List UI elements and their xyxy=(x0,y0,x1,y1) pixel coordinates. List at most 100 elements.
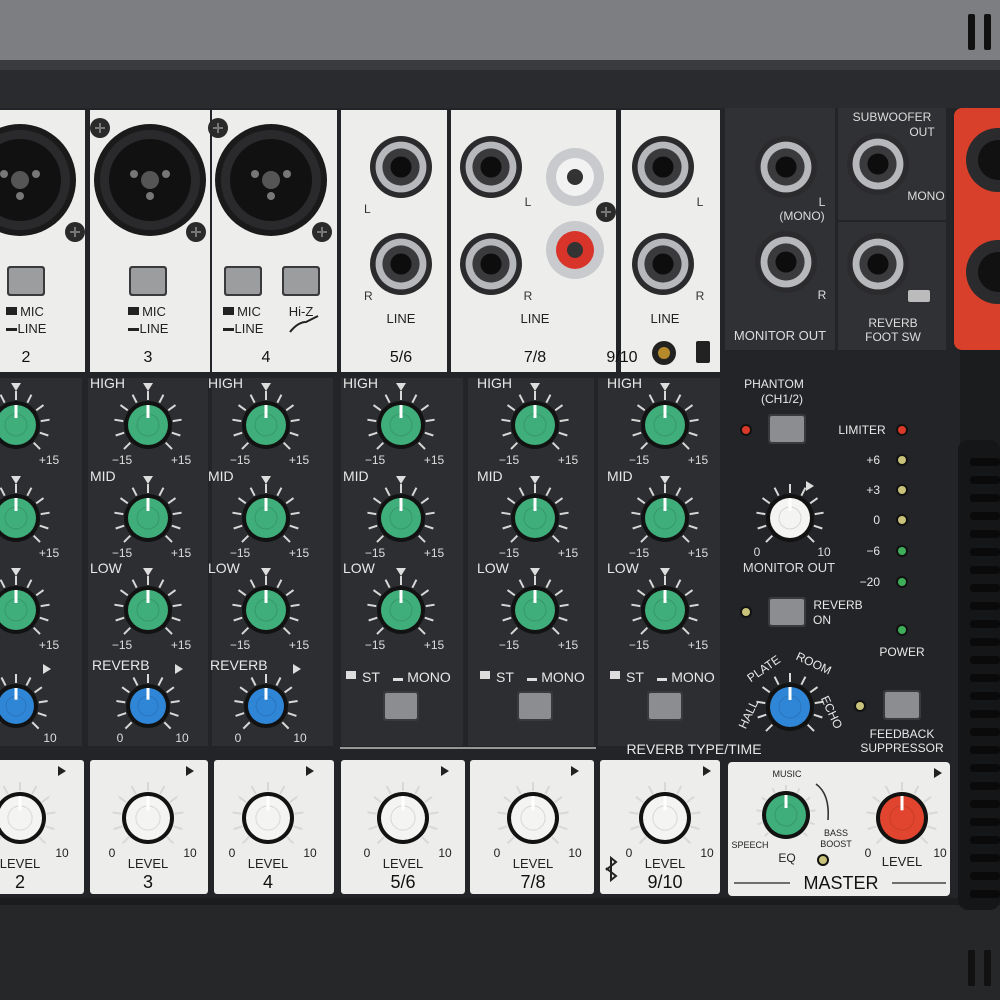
st-mono-button[interactable] xyxy=(383,691,419,721)
eq-scale-max: +15 xyxy=(558,638,579,652)
line-label: LINE xyxy=(387,311,416,326)
quarter-inch-jack[interactable] xyxy=(370,136,432,198)
st-mono-button[interactable] xyxy=(647,691,683,721)
quarter-inch-jack[interactable] xyxy=(460,136,522,198)
xlr-pin xyxy=(130,170,138,178)
st-label: ST xyxy=(496,669,514,685)
switch-label-mic: MIC xyxy=(142,304,166,319)
mono-glyph xyxy=(393,678,403,681)
bottom-rail xyxy=(0,905,1000,1000)
scale-tick xyxy=(559,811,569,815)
eq-scale-min: −15 xyxy=(499,453,520,467)
quarter-inch-jack[interactable] xyxy=(755,136,817,198)
scale-tick xyxy=(112,811,122,815)
scale-tick xyxy=(367,811,377,815)
switch-pressed-glyph xyxy=(128,307,139,315)
vent-slot xyxy=(968,14,975,50)
mic-line-button[interactable] xyxy=(224,266,262,296)
phantom-button[interactable] xyxy=(768,414,806,444)
feedback-label-2: SUPPRESSOR xyxy=(860,741,944,755)
quarter-inch-hole xyxy=(141,171,159,189)
reverb-on-button[interactable] xyxy=(768,597,806,627)
master-level-panel: MUSIC SPEECH BASSBOOST EQ 0 10 LEVEL MASTER xyxy=(728,762,950,896)
reverb-on-led xyxy=(740,606,752,618)
channel-number: 4 xyxy=(262,349,271,366)
scale-tick xyxy=(367,511,377,516)
level-label: LEVEL xyxy=(513,856,553,871)
eq-band-label: MID xyxy=(90,468,116,484)
phantom-sub-label: (CH1/2) xyxy=(761,392,803,406)
vent-slot xyxy=(984,950,991,986)
scale-tick xyxy=(232,418,242,423)
level-scale-min: 0 xyxy=(229,846,236,860)
rca-jack-white[interactable] xyxy=(546,148,604,206)
level-scale-max: 10 xyxy=(303,846,317,860)
scale-tick xyxy=(290,418,300,423)
jack-hole xyxy=(480,253,502,275)
quarter-inch-jack[interactable] xyxy=(847,133,909,195)
jack-hole xyxy=(390,156,412,178)
scale-tick xyxy=(631,511,641,516)
level-panels: 010LEVEL2010LEVEL3010LEVEL4010LEVEL5/601… xyxy=(0,760,720,894)
grille-slot xyxy=(970,836,1000,844)
feedback-suppressor-button[interactable] xyxy=(883,690,921,720)
meter-mark-label: −20 xyxy=(860,575,881,589)
scale-tick xyxy=(689,511,699,516)
grille-slot xyxy=(970,764,1000,772)
eq-scale-max: +15 xyxy=(171,546,192,560)
line-label: LINE xyxy=(521,311,550,326)
reverb-scale-max: 10 xyxy=(175,731,189,745)
meter-led xyxy=(896,576,908,588)
mic-line-button[interactable] xyxy=(7,266,45,296)
button-cap xyxy=(519,693,551,719)
eq-scale-min: −15 xyxy=(112,453,133,467)
scale-tick xyxy=(290,511,300,516)
switch-label-line: LINE xyxy=(235,321,264,336)
eq-scale-max: +15 xyxy=(289,638,310,652)
quarter-inch-jack[interactable] xyxy=(460,233,522,295)
level-channel-number: 5/6 xyxy=(390,872,415,892)
mono-label: MONO xyxy=(671,669,715,685)
meter-mark-label: −6 xyxy=(866,544,880,558)
quarter-inch-jack[interactable] xyxy=(370,233,432,295)
button-cap xyxy=(649,693,681,719)
eq-scale-max: +15 xyxy=(558,546,579,560)
channel-ch3-input xyxy=(94,124,206,236)
eq-scale-min: −15 xyxy=(365,453,386,467)
mic-line-button[interactable] xyxy=(129,266,167,296)
mono-label: MONO xyxy=(407,669,451,685)
scale-tick xyxy=(290,603,300,608)
level-channel-number: 7/8 xyxy=(520,872,545,892)
reverb-scale-max: 10 xyxy=(293,731,307,745)
eq-band-label: HIGH xyxy=(607,375,642,391)
level-channel-number: 9/10 xyxy=(647,872,682,892)
quarter-inch-jack[interactable] xyxy=(847,233,909,295)
eq-mode-music: MUSIC xyxy=(773,769,803,779)
st-label: ST xyxy=(362,669,380,685)
quarter-inch-jack[interactable] xyxy=(632,233,694,295)
led-lens xyxy=(898,426,906,434)
scale-tick xyxy=(114,603,124,608)
mini-jack-input[interactable] xyxy=(652,341,676,365)
scale-tick xyxy=(866,811,876,815)
screw xyxy=(596,202,616,222)
eq-scale-min: −15 xyxy=(629,546,650,560)
button-cap xyxy=(770,416,804,442)
rca-jack-red[interactable] xyxy=(546,221,604,279)
eq-scale-max: +15 xyxy=(289,546,310,560)
combo-input-jack[interactable] xyxy=(94,124,206,236)
led-lens xyxy=(742,426,750,434)
eq-band-label: LOW xyxy=(477,560,510,576)
quarter-inch-jack[interactable] xyxy=(755,231,817,293)
quarter-inch-hole xyxy=(262,171,280,189)
led-lens xyxy=(898,486,906,494)
quarter-inch-jack[interactable] xyxy=(632,136,694,198)
reverb-on-label-1: REVERB xyxy=(813,598,862,612)
channel-number: 2 xyxy=(22,349,31,366)
scale-tick xyxy=(429,811,439,815)
scale-tick xyxy=(170,700,180,704)
scale-tick xyxy=(425,418,435,423)
combo-input-jack[interactable] xyxy=(215,124,327,236)
hi-z-button[interactable] xyxy=(282,266,320,296)
st-mono-button[interactable] xyxy=(517,691,553,721)
